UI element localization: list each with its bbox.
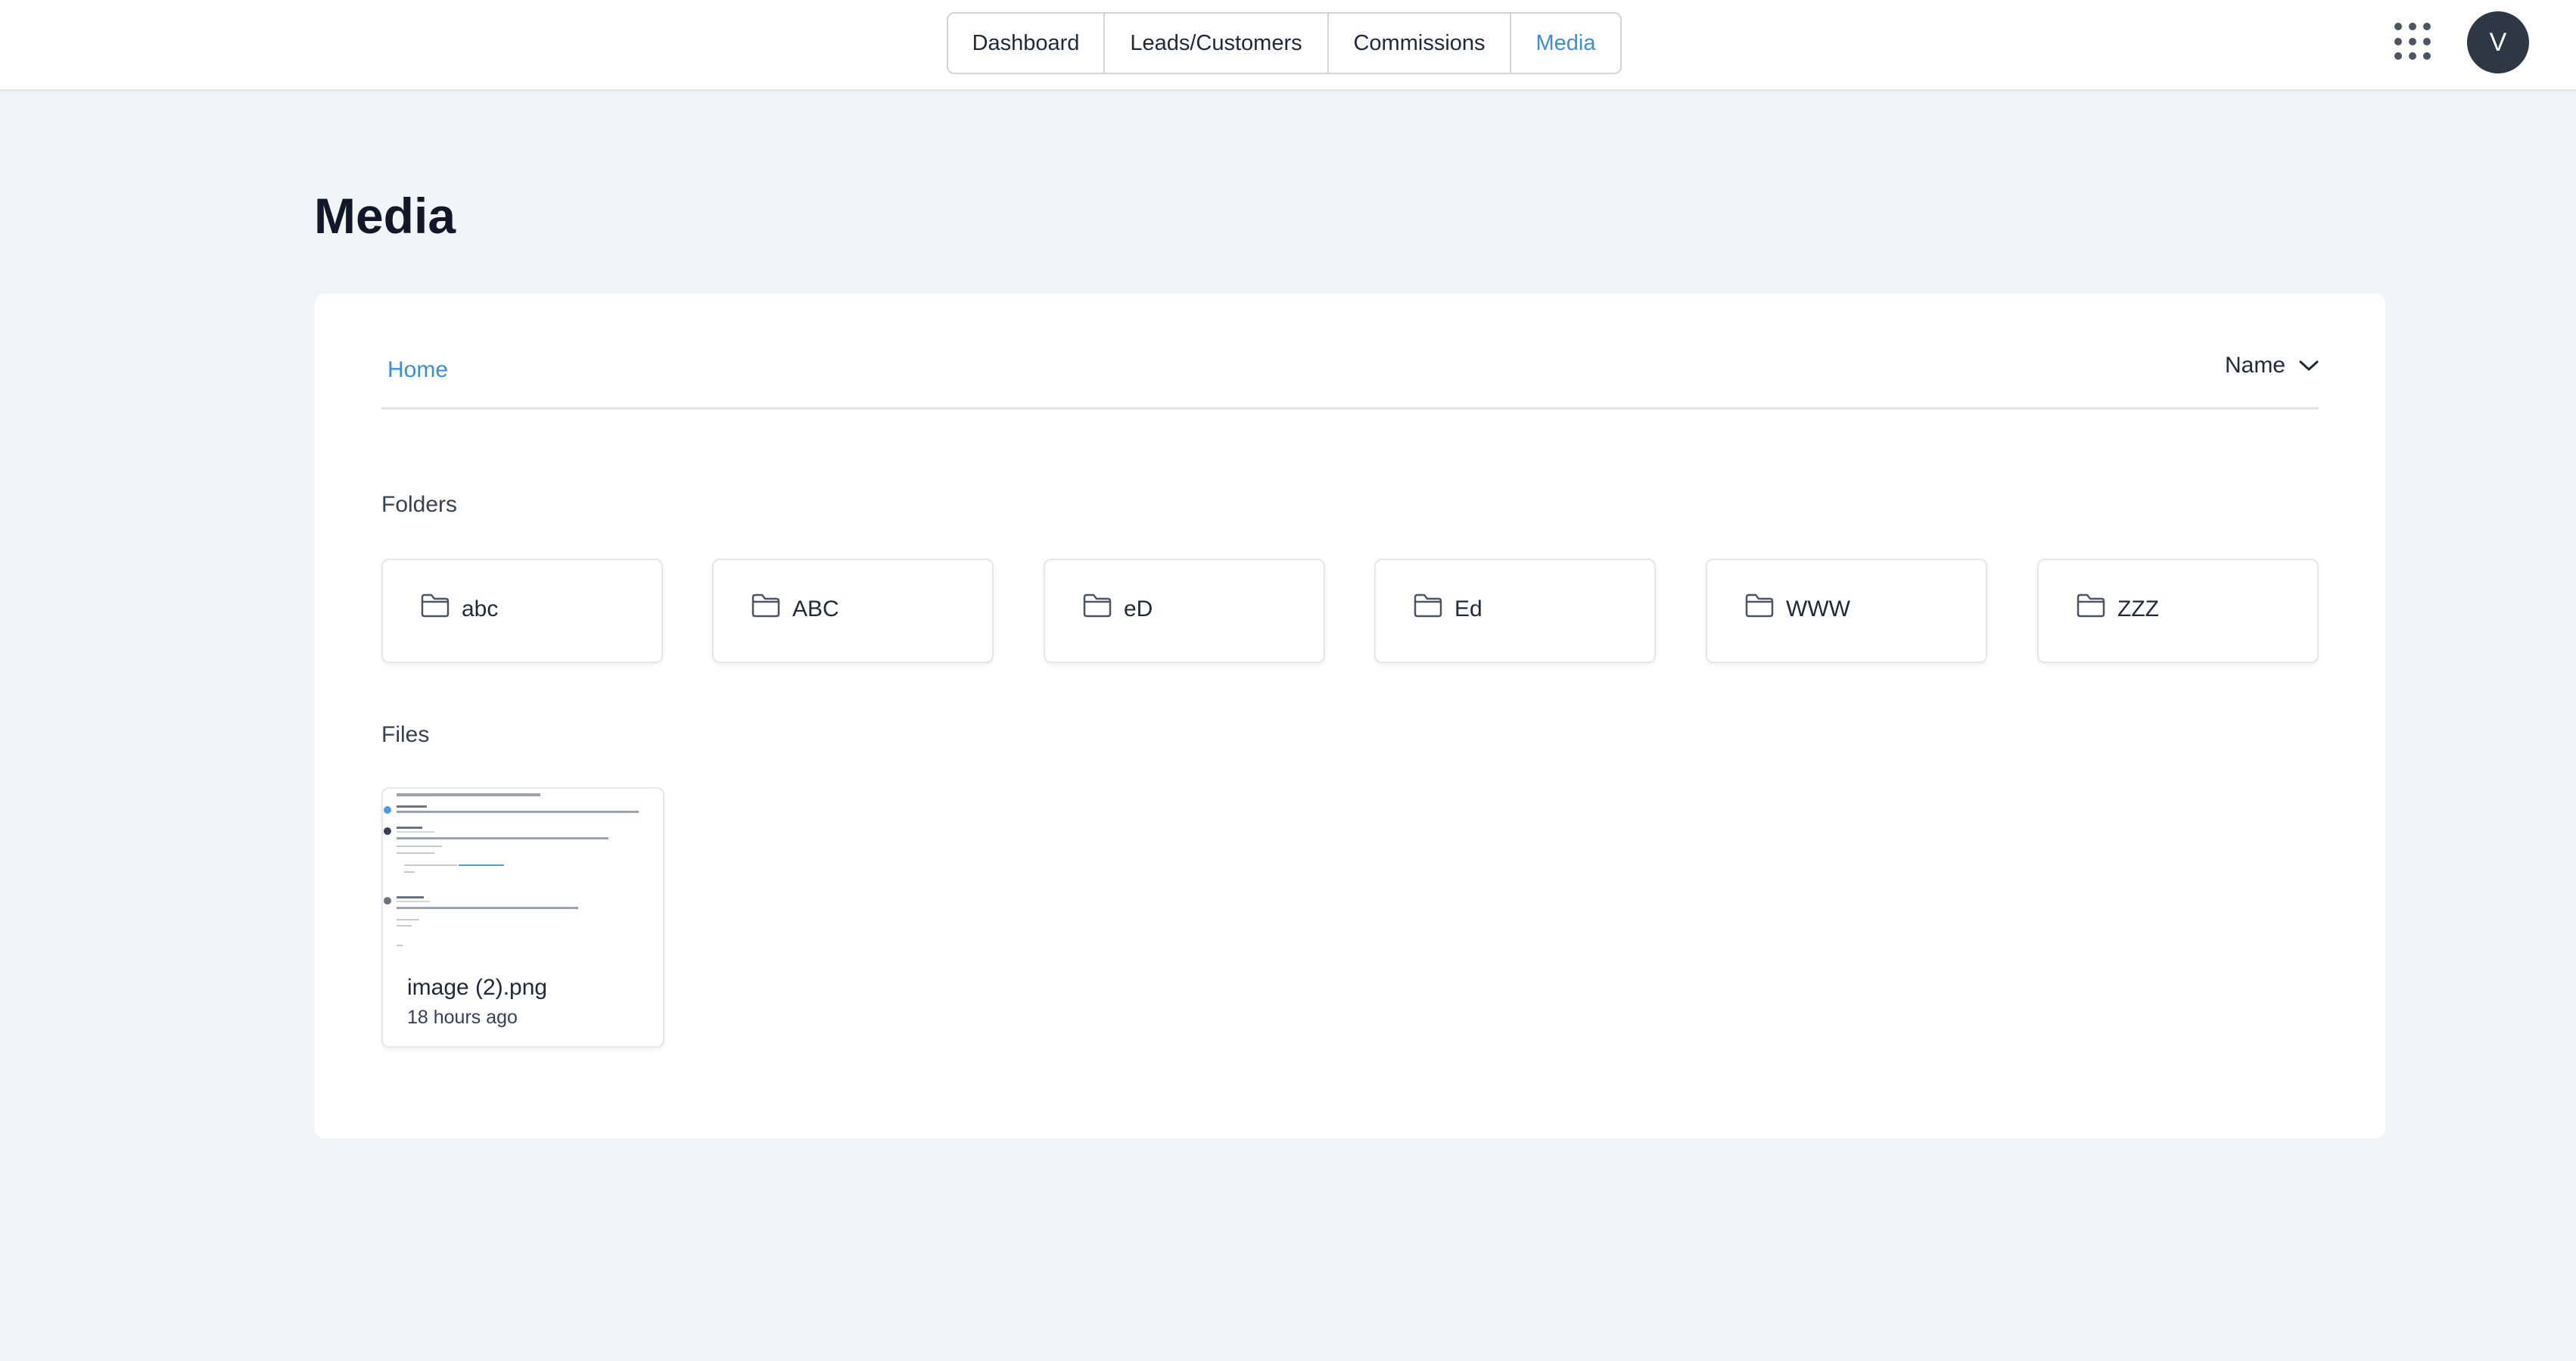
avatar[interactable]: V <box>2467 11 2529 73</box>
folder-grid: abc ABC eD Ed WWW ZZZ <box>381 559 2319 665</box>
folder-card-Ed[interactable]: Ed <box>1374 559 1656 663</box>
folder-icon <box>1745 593 1774 618</box>
grid-apps-icon[interactable] <box>2394 23 2431 61</box>
tab-dashboard[interactable]: Dashboard <box>948 14 1105 73</box>
folder-card-eD[interactable]: eD <box>1044 559 1325 663</box>
folder-name: Ed <box>1454 596 1482 621</box>
file-modified-time: 18 hours ago <box>407 1007 518 1028</box>
breadcrumb: Home Name <box>381 347 2319 410</box>
folder-name: WWW <box>1786 596 1850 621</box>
folder-icon <box>1414 593 1442 618</box>
main-nav-tabs: Dashboard Leads/Customers Commissions Me… <box>947 12 1622 74</box>
tab-media[interactable]: Media <box>1511 14 1620 73</box>
breadcrumb-home-link[interactable]: Home <box>387 357 448 383</box>
page-title: Media <box>314 188 456 244</box>
folder-card-abc[interactable]: abc <box>381 559 663 663</box>
sort-label: Name <box>2224 353 2285 378</box>
folders-heading: Folders <box>381 492 458 517</box>
file-name: image (2).png <box>407 975 548 1000</box>
folder-card-ABC[interactable]: ABC <box>712 559 994 663</box>
folder-card-WWW[interactable]: WWW <box>1706 559 1987 663</box>
top-bar: Dashboard Leads/Customers Commissions Me… <box>0 0 2576 91</box>
folder-card-ZZZ[interactable]: ZZZ <box>2037 559 2319 663</box>
folder-name: ABC <box>792 596 839 621</box>
sort-dropdown[interactable]: Name <box>2225 353 2319 378</box>
folder-name: abc <box>462 596 499 621</box>
folder-name: ZZZ <box>2117 596 2159 621</box>
media-card: Home Name Folders abc ABC eD Ed WWW ZZZ … <box>315 294 2385 1138</box>
file-thumbnail <box>383 789 663 961</box>
folder-icon <box>1083 593 1112 618</box>
folder-icon <box>751 593 780 618</box>
chevron-down-icon <box>2299 360 2319 371</box>
folder-icon <box>421 593 450 618</box>
tab-leads-customers[interactable]: Leads/Customers <box>1105 14 1329 73</box>
files-heading: Files <box>381 722 430 747</box>
folder-icon <box>2077 593 2105 618</box>
folder-name: eD <box>1124 596 1153 621</box>
tab-commissions[interactable]: Commissions <box>1329 14 1511 73</box>
file-card-image-2-png[interactable]: image (2).png 18 hours ago <box>381 787 664 1048</box>
